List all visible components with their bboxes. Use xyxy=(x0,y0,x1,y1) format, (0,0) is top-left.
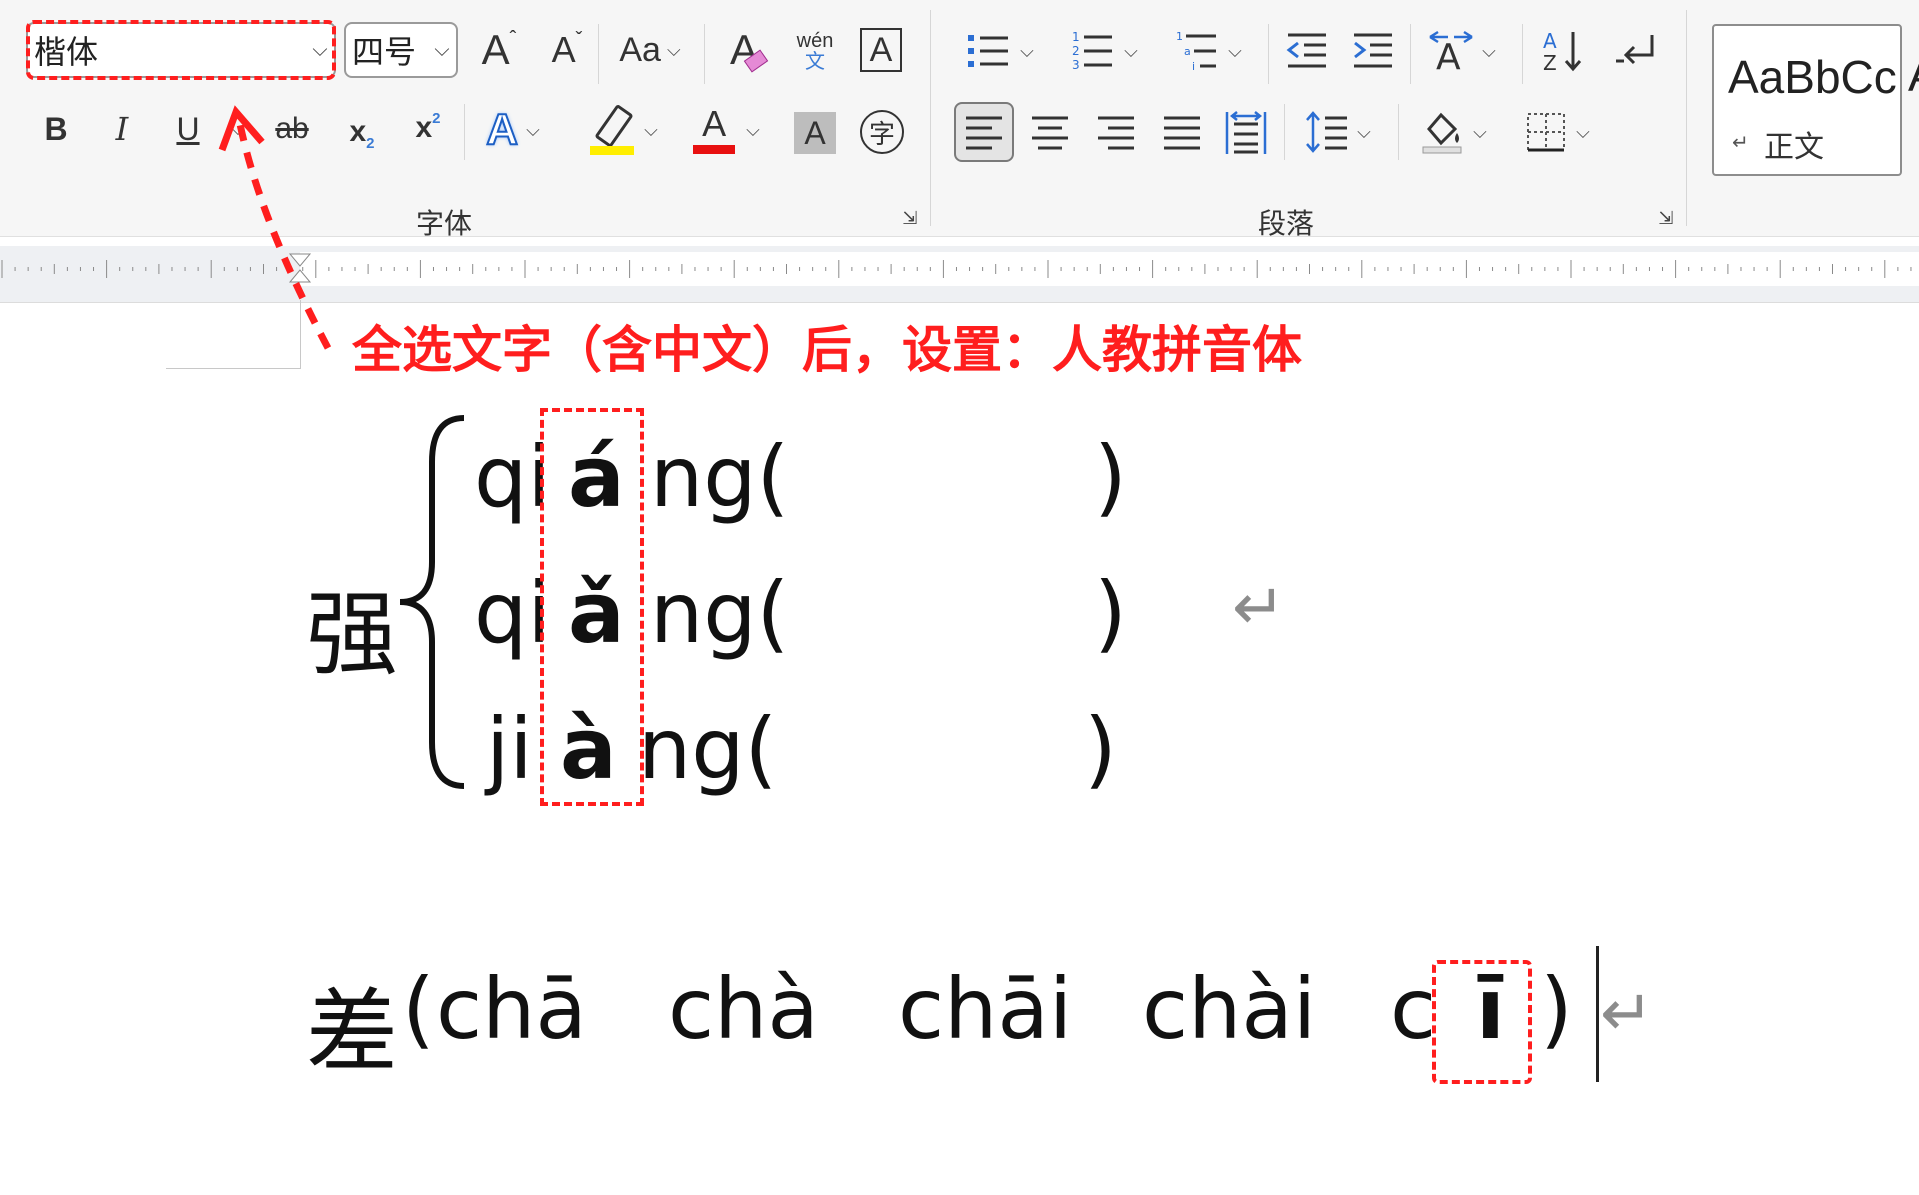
cha-open-paren: ( xyxy=(402,960,435,1058)
char-qiang: 强 xyxy=(306,581,399,688)
char-cha: 差 xyxy=(306,979,399,1086)
tone-i-highlight xyxy=(1432,960,1532,1084)
pinyin-row3-final: ng( xyxy=(638,700,778,798)
pinyin-row2-final: ng( xyxy=(650,564,790,662)
paragraph-return-icon: ↵ xyxy=(1232,571,1286,643)
paragraph-return-icon: ↵ xyxy=(1600,977,1654,1049)
cha-reading-4: chài xyxy=(1142,960,1317,1058)
cha-reading-2: chà xyxy=(668,960,819,1058)
pinyin-row3-close: ) xyxy=(1084,700,1117,798)
pinyin-row1-final: ng( xyxy=(650,428,790,526)
instruction-annotation: 全选文字（含中文）后，设置：人教拼音体 xyxy=(352,321,1302,379)
cha-reading-1: chā xyxy=(436,960,587,1058)
pinyin-row3-initial: ji xyxy=(486,700,533,798)
left-brace xyxy=(399,415,465,789)
pinyin-row1-close: ) xyxy=(1094,428,1127,526)
cha-close-paren: ) xyxy=(1540,960,1573,1058)
text-cursor xyxy=(1596,946,1599,1082)
pinyin-row2-close: ) xyxy=(1094,564,1127,662)
cha-reading-3: chāi xyxy=(898,960,1073,1058)
tone-column-highlight xyxy=(540,408,644,806)
cha-reading-5-initial: c xyxy=(1390,960,1437,1058)
